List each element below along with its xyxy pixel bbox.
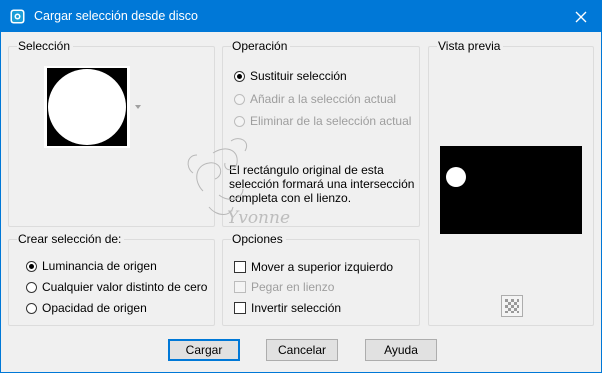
radio-button[interactable] bbox=[26, 281, 37, 293]
radio-sustituir[interactable]: Sustituir selección bbox=[234, 69, 347, 83]
radio-label: Eliminar de la selección actual bbox=[250, 114, 412, 128]
radio-label: Cualquier valor distinto de cero bbox=[42, 280, 208, 294]
checkbox[interactable] bbox=[234, 261, 246, 273]
preview-image bbox=[440, 146, 582, 234]
vista-previa-legend: Vista previa bbox=[437, 39, 504, 53]
selection-swatch-dropdown[interactable] bbox=[43, 65, 145, 149]
app-icon bbox=[10, 9, 25, 24]
radio-label: Luminancia de origen bbox=[42, 259, 157, 273]
description-line: completa con el lienzo. bbox=[229, 191, 352, 205]
check-pegar: Pegar en lienzo bbox=[234, 280, 334, 294]
checkbox-label: Mover a superior izquierdo bbox=[251, 260, 394, 274]
radio-label: Opacidad de origen bbox=[42, 301, 147, 315]
cancelar-button[interactable]: Cancelar bbox=[266, 339, 338, 361]
radio-luminancia[interactable]: Luminancia de origen bbox=[26, 259, 157, 273]
check-mover[interactable]: Mover a superior izquierdo bbox=[234, 260, 393, 274]
checkbox bbox=[234, 281, 246, 293]
radio-button[interactable] bbox=[26, 302, 37, 314]
opciones-legend: Opciones bbox=[231, 232, 286, 246]
dialog-window: Cargar selección desde disco Selección O… bbox=[0, 0, 602, 373]
window-title: Cargar selección desde disco bbox=[34, 9, 198, 23]
description-line: El rectángulo original de esta bbox=[229, 163, 384, 177]
checkbox-label: Invertir selección bbox=[251, 301, 342, 315]
radio-button[interactable] bbox=[26, 260, 37, 272]
radio-label: Sustituir selección bbox=[250, 69, 347, 83]
radio-button bbox=[234, 93, 245, 105]
radio-opacidad[interactable]: Opacidad de origen bbox=[26, 301, 147, 315]
close-icon[interactable] bbox=[571, 7, 591, 27]
radio-anadir: Añadir a la selección actual bbox=[234, 92, 396, 106]
operacion-legend: Operación bbox=[231, 39, 291, 53]
crear-seleccion-legend: Crear selección de: bbox=[17, 232, 125, 246]
checkbox-label: Pegar en lienzo bbox=[251, 280, 335, 294]
radio-eliminar: Eliminar de la selección actual bbox=[234, 114, 411, 128]
ayuda-button[interactable]: Ayuda bbox=[365, 339, 437, 361]
chevron-down-icon bbox=[135, 105, 141, 109]
operation-description: El rectángulo original de esta selección… bbox=[229, 163, 419, 205]
title-bar[interactable]: Cargar selección desde disco bbox=[1, 1, 601, 32]
cargar-button[interactable]: Cargar bbox=[168, 339, 240, 361]
radio-label: Añadir a la selección actual bbox=[250, 92, 397, 106]
radio-button[interactable] bbox=[234, 70, 245, 82]
seleccion-legend: Selección bbox=[17, 39, 74, 53]
radio-button bbox=[234, 115, 245, 127]
description-line: selección formará una intersección bbox=[229, 177, 415, 191]
check-invertir[interactable]: Invertir selección bbox=[234, 301, 341, 315]
transparency-icon[interactable] bbox=[501, 295, 523, 317]
checkbox[interactable] bbox=[234, 302, 246, 314]
radio-cualquier-valor[interactable]: Cualquier valor distinto de cero bbox=[26, 280, 207, 294]
